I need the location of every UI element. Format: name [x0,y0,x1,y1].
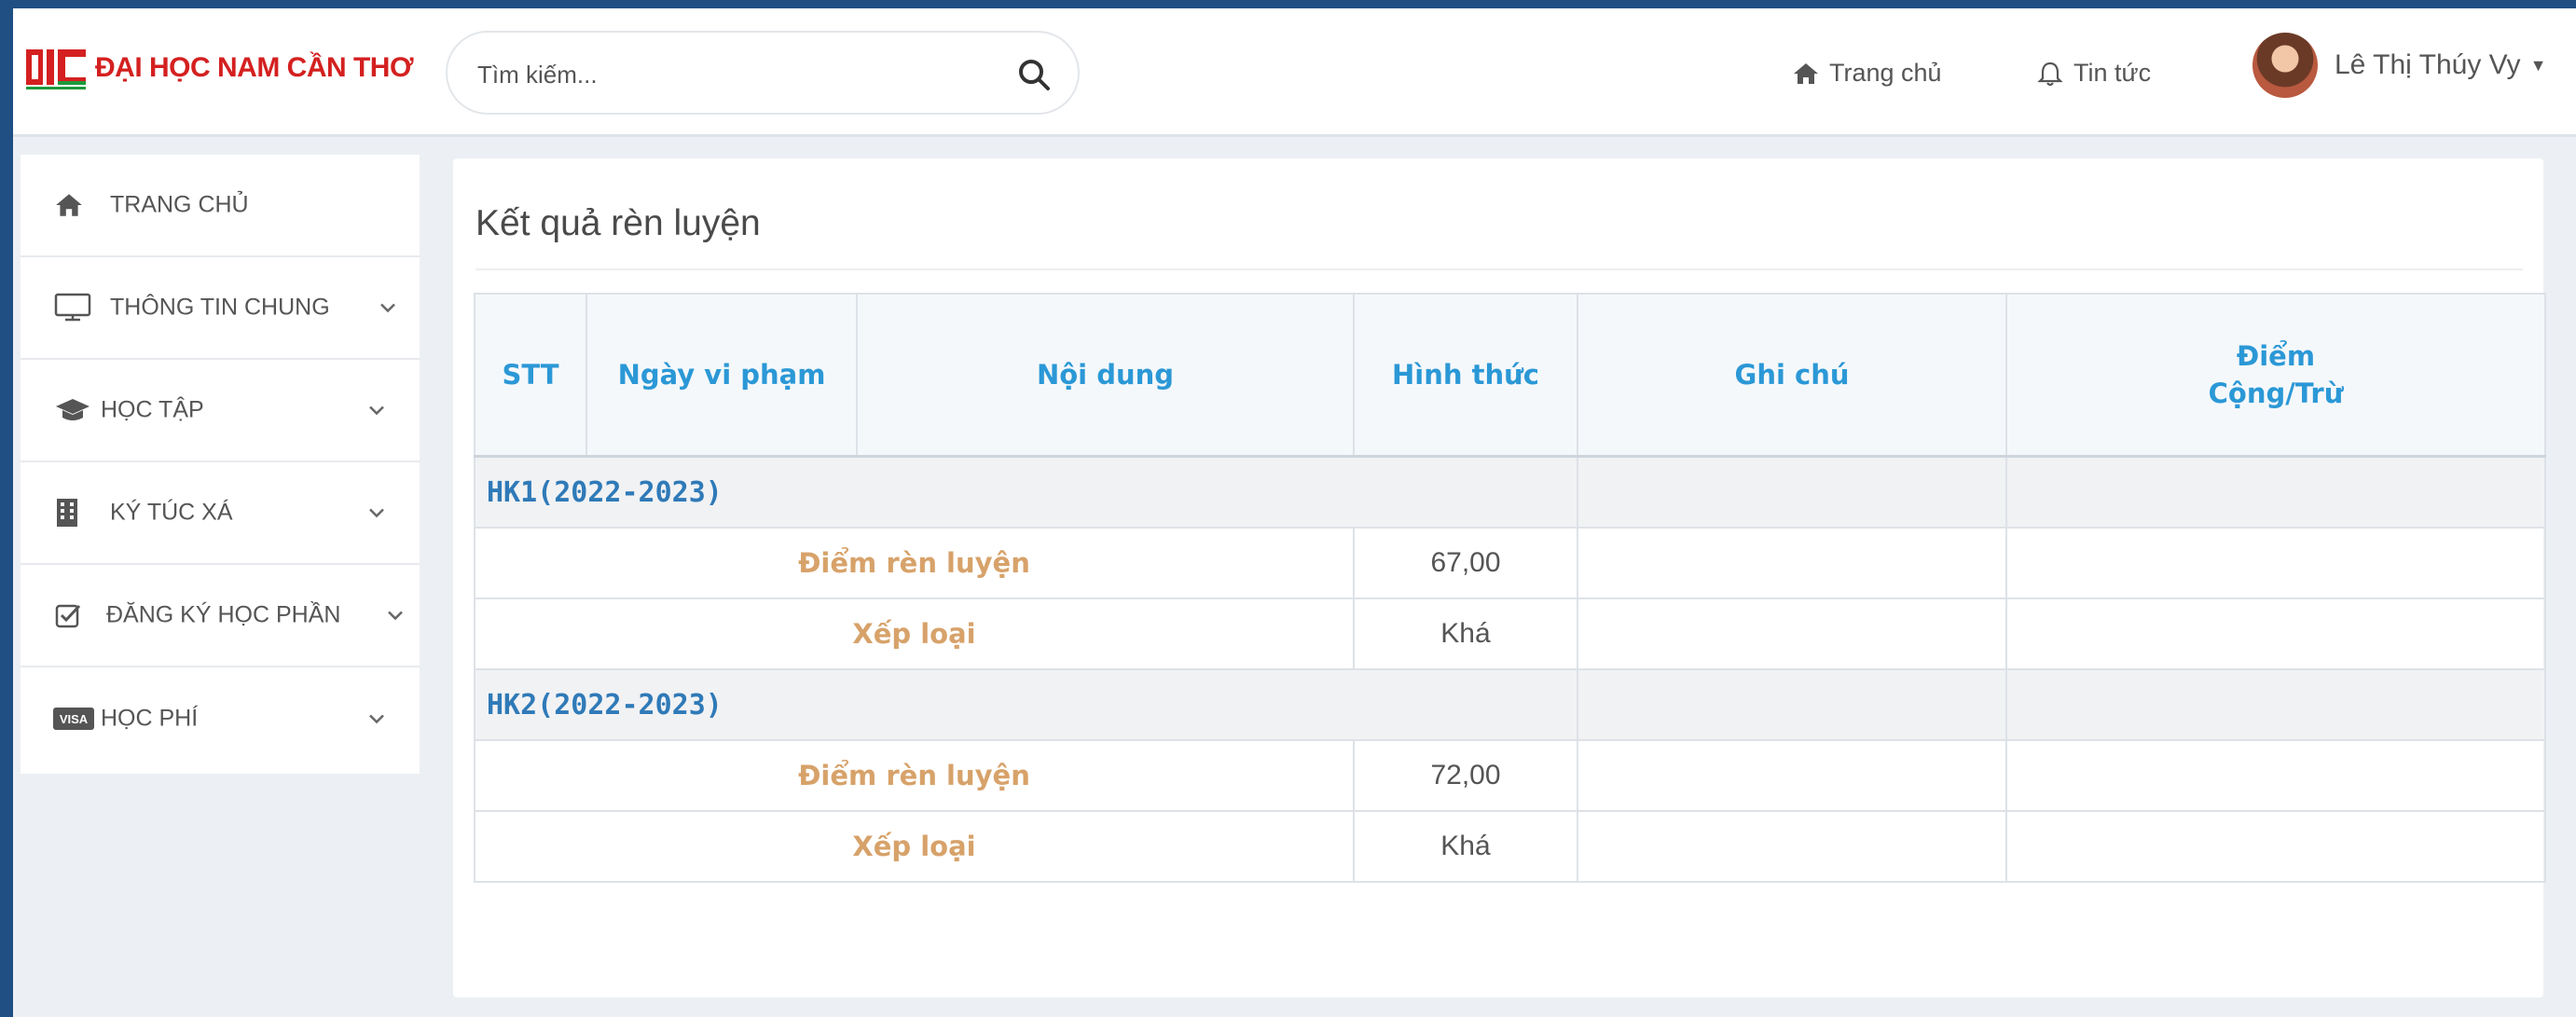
table-cell [1577,527,2007,599]
table-row: Xếp loại Khá [474,598,2546,670]
sidebar-item-tuition[interactable]: VISA HỌC PHÍ [21,667,420,770]
semester-label: HK2(2022-2023) [474,668,1578,741]
sidebar-item-study[interactable]: HỌC TẬP [21,360,420,462]
sidebar-item-label: KÝ TÚC XÁ [110,499,233,526]
score-value: 67,00 [1353,527,1578,599]
title-divider [475,268,2523,270]
table-cell [2005,527,2546,599]
sidebar-item-dormitory[interactable]: KÝ TÚC XÁ [21,462,420,565]
sidebar-item-label: HỌC TẬP [101,396,204,423]
table-row: Điểm rèn luyện 72,00 [474,739,2546,812]
checkbox-icon [54,601,82,629]
logo-mark-icon [26,49,86,89]
nav-news-label: Tin tức [2073,59,2152,87]
sidebar: TRANG CHỦ THÔNG TIN CHUNG HỌC TẬP KÝ TÚC… [21,155,420,774]
sidebar-item-home[interactable]: TRANG CHỦ [21,155,420,257]
table-cell [2005,668,2546,741]
table-cell [1577,598,2007,670]
chevron-down-icon [379,295,397,322]
logo-text: ĐẠI HỌC NAM CẦN THƠ [95,52,414,83]
svg-text:VISA: VISA [60,712,89,726]
score-value: 72,00 [1353,739,1578,812]
chevron-down-icon [386,602,405,629]
semester-label: HK1(2022-2023) [474,455,1578,529]
column-header-form: Hình thức [1353,293,1578,458]
column-header-points: Điểm Cộng/Trừ [2005,293,2546,458]
table-row: Điểm rèn luyện 67,00 [474,527,2546,599]
rank-label: Xếp loại [474,598,1355,670]
points-header-line1: Điểm [2236,340,2316,372]
chevron-down-icon [367,397,386,424]
column-header-date: Ngày vi phạm [585,293,858,458]
visa-card-icon: VISA [52,707,95,731]
rank-value: Khá [1353,598,1578,670]
chevron-down-icon [367,500,386,527]
sidebar-item-course-registration[interactable]: ĐĂNG KÝ HỌC PHẦN [21,565,420,667]
rank-label: Xếp loại [474,810,1355,883]
nav-home-link[interactable]: Trang chủ [1792,59,1942,88]
home-icon [1794,62,1818,84]
user-name: Lê Thị Thúy Vy [2335,49,2521,80]
column-header-content: Nội dung [856,293,1355,458]
university-logo[interactable]: ĐẠI HỌC NAM CẦN THƠ [24,44,414,92]
caret-down-icon: ▼ [2529,55,2547,75]
nav-home-label: Trang chủ [1829,59,1942,87]
sidebar-item-label: TRANG CHỦ [110,191,249,218]
search-box[interactable] [446,31,1080,115]
sidebar-item-label: HỌC PHÍ [101,705,199,732]
score-label: Điểm rèn luyện [474,739,1355,812]
table-header-row: STT Ngày vi phạm Nội dung Hình thức Ghi … [474,293,2546,458]
sidebar-item-label: ĐĂNG KÝ HỌC PHẦN [106,601,341,628]
table-cell [2005,455,2546,529]
points-header-line2: Cộng/Trừ [2208,378,2344,409]
table-cell [2005,810,2546,883]
monitor-icon [54,293,91,323]
column-header-stt: STT [474,293,587,458]
rank-value: Khá [1353,810,1578,883]
score-label: Điểm rèn luyện [474,527,1355,599]
bell-icon [2037,62,2063,86]
chevron-down-icon [367,706,386,733]
avatar [2252,33,2318,98]
graduation-cap-icon [54,396,91,424]
nav-news-link[interactable]: Tin tức [2036,59,2151,88]
table-cell [1577,739,2007,812]
semester-row: HK2(2022-2023) [474,668,2546,741]
building-icon [54,497,80,529]
sidebar-item-label: THÔNG TIN CHUNG [110,294,330,321]
table-cell [1577,455,2007,529]
main-panel: Kết quả rèn luyện STT Ngày vi phạm Nội d… [453,158,2546,997]
search-input[interactable] [475,55,983,94]
page-title: Kết quả rèn luyện [475,203,761,243]
table-cell [2005,598,2546,670]
top-header: ĐẠI HỌC NAM CẦN THƠ Trang chủ Tin tức Lê… [13,8,2576,137]
table-cell [2005,739,2546,812]
search-icon[interactable] [1016,57,1052,92]
sidebar-item-general-info[interactable]: THÔNG TIN CHUNG [21,257,420,360]
table-cell [1577,668,2007,741]
home-icon [54,192,84,218]
column-header-note: Ghi chú [1577,293,2007,458]
semester-row: HK1(2022-2023) [474,455,2546,529]
table-cell [1577,810,2007,883]
training-results-table: STT Ngày vi phạm Nội dung Hình thức Ghi … [474,293,2546,883]
table-row: Xếp loại Khá [474,810,2546,883]
user-menu[interactable]: Lê Thị Thúy Vy ▼ [2252,33,2546,98]
